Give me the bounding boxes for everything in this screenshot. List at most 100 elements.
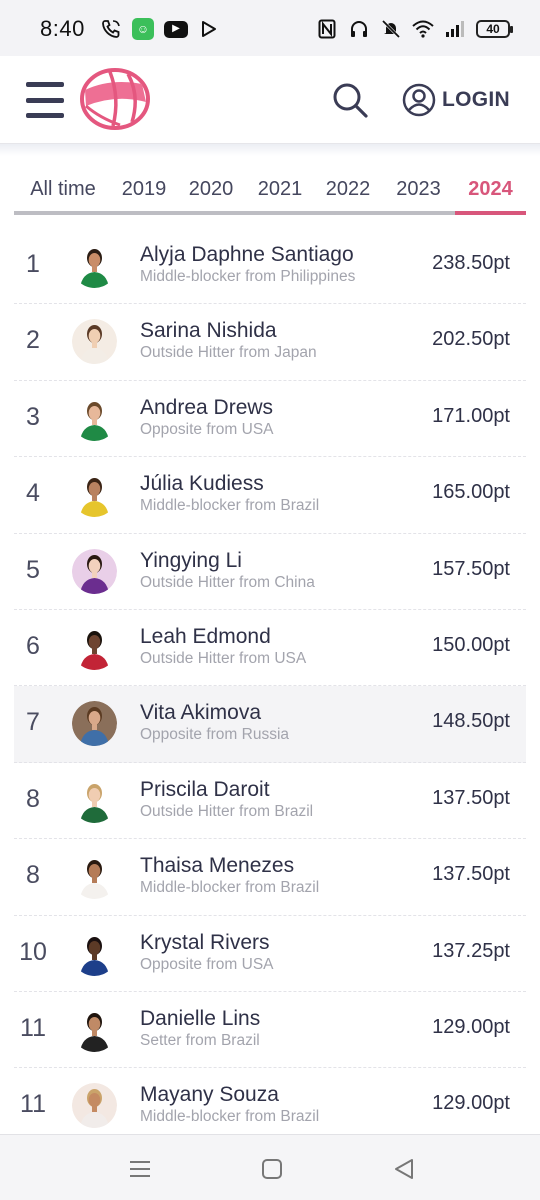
battery-icon: 40 bbox=[476, 20, 513, 38]
year-tabs: All time 2019 2020 2021 2022 2023 2024 bbox=[14, 166, 526, 216]
player-points: 129.00pt bbox=[432, 1015, 510, 1038]
player-points: 165.00pt bbox=[432, 481, 510, 504]
player-avatar bbox=[72, 777, 117, 823]
player-points: 171.00pt bbox=[432, 404, 510, 427]
player-row[interactable]: 8 Priscila Daroit Outside Hitter from Braz… bbox=[14, 763, 526, 840]
player-rank: 6 bbox=[26, 631, 40, 660]
player-name: Yingying Li bbox=[140, 548, 242, 572]
player-row[interactable]: 8 Thaisa Menezes Middle-blocker from Brazi… bbox=[14, 839, 526, 916]
player-name: Thaisa Menezes bbox=[140, 854, 295, 878]
player-name: Leah Edmond bbox=[140, 624, 271, 648]
player-points: 137.50pt bbox=[432, 863, 510, 886]
phone-wifi-icon bbox=[100, 18, 122, 40]
system-nav-bar bbox=[0, 1134, 540, 1200]
player-rank: 2 bbox=[26, 326, 40, 355]
player-rank: 3 bbox=[26, 402, 40, 431]
player-points: 202.50pt bbox=[432, 328, 510, 351]
player-name: Krystal Rivers bbox=[140, 930, 270, 954]
tab-all-time[interactable]: All time bbox=[14, 166, 112, 212]
search-icon[interactable] bbox=[330, 80, 370, 120]
player-name: Mayany Souza bbox=[140, 1083, 279, 1107]
player-avatar bbox=[72, 701, 117, 747]
player-position-country: Outside Hitter from USA bbox=[140, 649, 307, 667]
player-points: 148.50pt bbox=[432, 710, 510, 733]
player-row[interactable]: 5 Yingying Li Outside Hitter from China 157… bbox=[14, 534, 526, 610]
player-points: 157.50pt bbox=[432, 557, 510, 580]
player-avatar bbox=[72, 243, 117, 288]
player-rank: 8 bbox=[26, 861, 40, 890]
player-name: Vita Akimova bbox=[140, 701, 262, 725]
back-icon[interactable] bbox=[390, 1155, 418, 1183]
player-row[interactable]: 11 Danielle Lins Setter from Brazil 129.00p… bbox=[14, 992, 526, 1069]
volleyball-logo[interactable] bbox=[80, 68, 150, 130]
player-position-country: Outside Hitter from China bbox=[140, 573, 315, 591]
player-avatar bbox=[72, 395, 117, 441]
player-row[interactable]: 4 Júlia Kudiess Middle-blocker from Brazil… bbox=[14, 457, 526, 534]
menu-icon[interactable] bbox=[26, 82, 64, 118]
tab-2021[interactable]: 2021 bbox=[246, 166, 314, 212]
tab-2022[interactable]: 2022 bbox=[314, 166, 382, 212]
nfc-icon bbox=[316, 18, 338, 40]
status-time: 8:40 bbox=[40, 16, 85, 41]
player-position-country: Opposite from USA bbox=[140, 955, 274, 973]
tabs-active-indicator bbox=[455, 211, 526, 215]
player-avatar bbox=[72, 854, 117, 900]
player-position-country: Middle-blocker from Brazil bbox=[140, 497, 320, 515]
app-badge-icon: ☺ bbox=[132, 18, 154, 40]
player-avatar bbox=[72, 1083, 117, 1129]
player-rank: 11 bbox=[20, 1013, 46, 1042]
signal-icon bbox=[444, 18, 466, 40]
player-rank: 11 bbox=[20, 1090, 46, 1119]
player-position-country: Opposite from Russia bbox=[140, 726, 290, 744]
player-points: 137.50pt bbox=[432, 786, 510, 809]
player-rank: 1 bbox=[26, 250, 40, 278]
player-position-country: Outside Hitter from Brazil bbox=[140, 802, 314, 820]
player-avatar bbox=[72, 548, 117, 594]
player-position-country: Setter from Brazil bbox=[140, 1031, 260, 1049]
status-bar: 8:40 ☺ ▶ 40 bbox=[0, 0, 540, 56]
youtube-icon: ▶ bbox=[164, 20, 188, 38]
player-rank: 5 bbox=[26, 555, 40, 584]
player-row[interactable]: 6 Leah Edmond Outside Hitter from USA 150.0… bbox=[14, 610, 526, 687]
player-row[interactable]: 10 Krystal Rivers Opposite from USA 137.25p… bbox=[14, 916, 526, 992]
player-position-country: Middle-blocker from Philippines bbox=[140, 268, 356, 285]
wifi-icon bbox=[412, 18, 434, 40]
player-row[interactable]: 1 Alyja Daphne Santiago Middle-blocker fro… bbox=[14, 228, 526, 305]
player-points: 129.00pt bbox=[432, 1092, 510, 1115]
player-name: Priscila Daroit bbox=[140, 777, 270, 801]
player-row[interactable]: 7 Vita Akimova Opposite from Russia 148.50p… bbox=[14, 686, 526, 763]
player-name: Alyja Daphne Santiago bbox=[140, 243, 354, 266]
headphones-icon bbox=[348, 18, 370, 40]
tabs-underline bbox=[14, 211, 526, 215]
player-name: Júlia Kudiess bbox=[140, 472, 264, 496]
player-avatar bbox=[72, 624, 117, 670]
player-position-country: Opposite from USA bbox=[140, 420, 274, 438]
player-rank: 8 bbox=[26, 784, 40, 813]
player-points: 137.25pt bbox=[432, 939, 510, 962]
user-icon bbox=[402, 83, 436, 117]
tab-2023[interactable]: 2023 bbox=[382, 166, 455, 212]
player-avatar bbox=[72, 472, 117, 518]
home-icon[interactable] bbox=[258, 1155, 286, 1183]
recents-icon[interactable] bbox=[126, 1155, 154, 1183]
login-label: LOGIN bbox=[442, 88, 510, 111]
player-row[interactable]: 3 Andrea Drews Opposite from USA 171.00pt bbox=[14, 381, 526, 458]
ranking-list: 1 Alyja Daphne Santiago Middle-blocker fro… bbox=[14, 228, 526, 1145]
player-rank: 10 bbox=[19, 937, 47, 966]
player-position-country: Outside Hitter from Japan bbox=[140, 344, 317, 362]
player-avatar bbox=[72, 319, 117, 365]
player-rank: 4 bbox=[26, 479, 40, 508]
tab-2024[interactable]: 2024 bbox=[455, 166, 526, 212]
tab-2019[interactable]: 2019 bbox=[112, 166, 176, 212]
player-rank: 7 bbox=[26, 708, 40, 737]
player-name: Andrea Drews bbox=[140, 395, 274, 419]
player-position-country: Middle-blocker from Brazil bbox=[140, 879, 320, 897]
player-name: Sarina Nishida bbox=[140, 319, 277, 343]
status-left-icons: ☺ ▶ bbox=[100, 18, 220, 40]
login-button[interactable]: LOGIN bbox=[402, 80, 510, 120]
player-avatar bbox=[72, 1006, 117, 1052]
status-right-icons: 40 bbox=[316, 18, 513, 40]
player-avatar bbox=[72, 930, 117, 976]
tab-2020[interactable]: 2020 bbox=[176, 166, 246, 212]
player-row[interactable]: 2 Sarina Nishida Outside Hitter from Japan… bbox=[14, 304, 526, 381]
